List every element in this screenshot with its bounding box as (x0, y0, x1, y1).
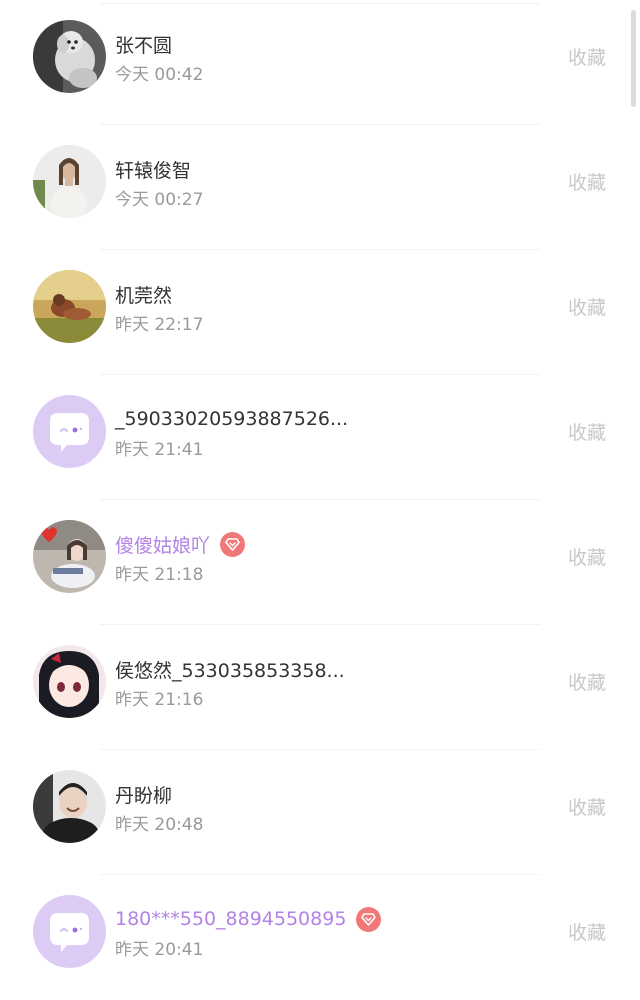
favorite-button[interactable]: 收藏 (568, 668, 606, 695)
chat-bubble-icon (33, 395, 106, 468)
list-item[interactable]: _59033020593887526... 昨天 21:41 收藏 (0, 375, 640, 500)
avatar[interactable] (33, 645, 106, 718)
list-item[interactable]: 丹盼柳 昨天 20:48 收藏 (0, 750, 640, 875)
list-item[interactable]: 张不圆 今天 00:42 收藏 (0, 0, 640, 125)
timestamp: 今天 00:27 (115, 190, 204, 210)
chat-bubble-icon (33, 895, 106, 968)
user-name: 180***550_8894550895 (115, 908, 347, 930)
user-name: _59033020593887526... (115, 408, 349, 430)
favorite-button[interactable]: 收藏 (568, 543, 606, 570)
timestamp: 昨天 20:41 (115, 940, 204, 960)
timestamp: 昨天 20:48 (115, 815, 204, 835)
scrollbar[interactable] (631, 10, 636, 107)
favorite-button[interactable]: 收藏 (568, 293, 606, 320)
avatar[interactable] (33, 395, 106, 468)
timestamp: 今天 00:42 (115, 65, 204, 85)
favorite-button[interactable]: 收藏 (568, 168, 606, 195)
user-name: 轩辕俊智 (115, 159, 192, 182)
vip-diamond-icon (356, 906, 382, 932)
list-item[interactable]: 机莞然 昨天 22:17 收藏 (0, 250, 640, 375)
user-name: 侯悠然_533035853358... (115, 659, 345, 682)
timestamp: 昨天 21:41 (115, 440, 204, 460)
user-name: 傻傻姑娘吖 (115, 534, 211, 557)
timestamp: 昨天 22:17 (115, 315, 204, 335)
favorite-button[interactable]: 收藏 (568, 418, 606, 445)
list-item[interactable]: 傻傻姑娘吖 昨天 21:18 收藏 (0, 500, 640, 625)
avatar[interactable] (33, 770, 106, 843)
timestamp: 昨天 21:18 (115, 565, 204, 585)
favorite-button[interactable]: 收藏 (568, 43, 606, 70)
user-name: 机莞然 (115, 284, 173, 307)
favorite-button[interactable]: 收藏 (568, 918, 606, 945)
list-item[interactable]: 侯悠然_533035853358... 昨天 21:16 收藏 (0, 625, 640, 750)
favorite-button[interactable]: 收藏 (568, 793, 606, 820)
avatar[interactable] (33, 520, 106, 593)
timestamp: 昨天 21:16 (115, 690, 204, 710)
avatar[interactable] (33, 895, 106, 968)
list-item[interactable]: 180***550_8894550895 昨天 20:41 收藏 (0, 875, 640, 1000)
avatar[interactable] (33, 270, 106, 343)
avatar[interactable] (33, 20, 106, 93)
user-name: 张不圆 (115, 34, 173, 57)
vip-diamond-icon (220, 531, 246, 557)
list-item[interactable]: 轩辕俊智 今天 00:27 收藏 (0, 125, 640, 250)
user-name: 丹盼柳 (115, 784, 173, 807)
avatar[interactable] (33, 145, 106, 218)
